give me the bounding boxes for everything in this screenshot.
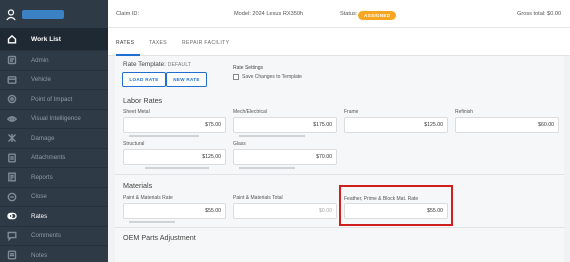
sidebar-item-comments[interactable]: Comments — [0, 227, 108, 246]
admin-icon — [6, 54, 18, 66]
claim-id-label: Claim ID: — [116, 11, 139, 17]
new-rate-button[interactable]: NEW RATE — [166, 72, 207, 87]
eye-icon — [6, 113, 18, 125]
materials-title: Materials — [123, 181, 153, 190]
frame-input[interactable]: $125.00 — [344, 117, 448, 133]
note-icon — [6, 249, 18, 261]
sidebar-item-label: Damage — [31, 134, 55, 142]
paint-materials-rate-label: Paint & Materials Rate — [123, 195, 173, 201]
vehicle-icon — [6, 74, 18, 86]
tab-repair-facility[interactable]: REPAIR FACILITY — [182, 40, 229, 46]
damage-icon — [6, 132, 18, 144]
sidebar-item-label: Point of Impact — [31, 95, 73, 103]
sidebar: Work List Admin Vehicle Point of Impact Visu… — [0, 0, 108, 262]
redaction-mark — [145, 167, 209, 169]
rate-template-label: Rate Template: — [123, 61, 166, 68]
save-changes-label: Save Changes to Template — [242, 74, 302, 80]
sidebar-item-work-list[interactable]: Work List — [0, 28, 108, 51]
rates-panel: Rate Template: DEFAULT LOAD RATE NEW RAT… — [115, 56, 564, 262]
sidebar-item-label: Close — [31, 193, 47, 201]
refinish-input[interactable]: $60.00 — [455, 117, 559, 133]
redacted-username — [22, 9, 64, 19]
sidebar-item-label: Attachments — [31, 154, 66, 162]
redaction-mark — [239, 167, 295, 169]
load-rate-button[interactable]: LOAD RATE — [122, 72, 166, 87]
sidebar-item-close[interactable]: Close — [0, 188, 108, 207]
sidebar-item-damage[interactable]: Damage — [0, 129, 108, 149]
sidebar-item-label: Work List — [31, 35, 61, 43]
sidebar-item-point-of-impact[interactable]: Point of Impact — [0, 90, 108, 110]
paint-materials-total-input[interactable]: $0.00 — [233, 203, 337, 219]
oem-parts-adjustment-title: OEM Parts Adjustment — [123, 233, 196, 242]
comment-icon — [6, 230, 18, 242]
labor-rates-title: Labor Rates — [123, 96, 163, 105]
sheet-metal-input[interactable]: $75.00 — [123, 117, 226, 133]
tab-rates[interactable]: RATES — [116, 40, 134, 46]
sidebar-item-label: Reports — [31, 173, 53, 181]
sidebar-item-label: Comments — [31, 232, 61, 240]
rate-template-heading: Rate Template: DEFAULT — [123, 61, 191, 68]
main-content: Rate Template: DEFAULT LOAD RATE NEW RAT… — [108, 56, 570, 262]
sidebar-item-attachments[interactable]: Attachments — [0, 149, 108, 168]
sidebar-item-rates[interactable]: Rates — [0, 207, 108, 227]
user-icon — [6, 8, 16, 21]
target-icon — [6, 93, 18, 105]
glass-input[interactable]: $70.00 — [233, 149, 337, 165]
tab-taxes[interactable]: TAXES — [149, 40, 167, 46]
sheet-metal-label: Sheet Metal — [123, 109, 150, 115]
status-badge: ASSIGNED — [358, 11, 397, 20]
structural-label: Structural — [123, 141, 145, 147]
paint-materials-rate-input[interactable]: $55.00 — [123, 203, 226, 219]
mech-electrical-label: Mech/Electrical — [233, 109, 267, 115]
home-icon — [6, 33, 18, 45]
sidebar-item-notes[interactable]: Notes — [0, 246, 108, 262]
section-divider — [115, 174, 564, 175]
highlight-box — [339, 185, 453, 226]
attachment-icon — [6, 152, 18, 164]
save-changes-checkbox[interactable] — [233, 74, 239, 80]
redaction-mark — [129, 135, 199, 137]
mech-electrical-input[interactable]: $175.00 — [233, 117, 337, 133]
user-profile[interactable] — [0, 0, 108, 28]
redaction-mark — [129, 221, 175, 223]
sidebar-item-label: Vehicle — [31, 76, 51, 84]
sidebar-item-reports[interactable]: Reports — [0, 168, 108, 188]
close-circle-icon — [6, 191, 18, 203]
report-icon — [6, 171, 18, 183]
sidebar-item-label: Notes — [31, 251, 48, 259]
rate-template-value: DEFAULT — [167, 62, 192, 68]
section-divider — [115, 227, 564, 228]
top-bar: Claim ID: Model: 2024 Lexus RX350h Statu… — [108, 0, 570, 28]
gross-total: Gross total: $0.00 — [517, 11, 562, 17]
paint-materials-total-label: Paint & Materials Total — [233, 195, 283, 201]
tab-bar: RATES TAXES REPAIR FACILITY — [108, 28, 570, 56]
rates-icon — [6, 210, 18, 222]
refinish-label: Refinish — [455, 109, 474, 115]
glass-label: Glass — [233, 141, 246, 147]
sidebar-item-label: Visual Intelligence — [31, 115, 81, 123]
sidebar-item-label: Admin — [31, 56, 49, 64]
status-label: Status: — [340, 11, 358, 17]
structural-input[interactable]: $125.00 — [123, 149, 226, 165]
rate-settings-title: Rate Settings — [233, 65, 264, 71]
sidebar-item-visual-intelligence[interactable]: Visual Intelligence — [0, 110, 108, 129]
vehicle-model: Model: 2024 Lexus RX350h — [234, 11, 304, 17]
frame-label: Frame — [344, 109, 359, 115]
sidebar-item-vehicle[interactable]: Vehicle — [0, 71, 108, 90]
sidebar-item-label: Rates — [31, 212, 48, 220]
redaction-mark — [239, 135, 305, 137]
sidebar-item-admin[interactable]: Admin — [0, 51, 108, 71]
